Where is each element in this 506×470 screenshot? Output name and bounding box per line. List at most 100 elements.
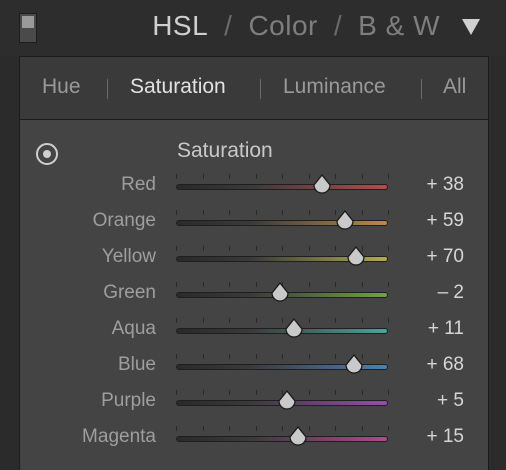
subtab-saturation[interactable]: Saturation [130,75,226,99]
panel-tabs: HSL / Color / B & W [152,10,440,42]
slider-value[interactable]: + 70 [418,246,464,268]
slider-tick [176,174,177,179]
slider-tick [229,246,230,251]
slider-tick [388,174,389,179]
slider-tick [335,354,336,359]
slider-tick [256,174,257,179]
slider-tick [229,426,230,431]
slider-tick [335,174,336,179]
slider-tick [388,354,389,359]
slider-tick [176,354,177,359]
subtab-divider [421,79,422,99]
slider-value[interactable]: + 38 [418,174,464,196]
slider-tick [388,318,389,323]
slider-tick [203,282,204,287]
slider-row-aqua: Aqua + 11 [20,315,488,345]
slider-row-yellow: Yellow + 70 [20,243,488,273]
tab-color[interactable]: Color [248,10,317,41]
panel-switch-icon[interactable] [19,13,37,43]
slider-label: Green [103,282,156,303]
slider-track[interactable] [176,184,388,190]
slider-ticks [176,174,389,182]
collapse-triangle-icon[interactable] [462,19,480,35]
tab-hsl[interactable]: HSL [152,10,208,41]
slider-tick [335,246,336,251]
slider-tick [362,390,363,395]
slider-tick [309,282,310,287]
slider-tick [203,426,204,431]
slider-thumb[interactable] [312,174,332,196]
slider-tick [282,210,283,215]
target-adjustment-icon[interactable] [36,143,58,165]
hsl-panel: Hue Saturation Luminance All Saturation … [19,56,489,470]
slider-tick [256,426,257,431]
slider-tick [335,282,336,287]
slider-thumb[interactable] [284,318,304,340]
slider-tick [176,318,177,323]
tab-bw[interactable]: B & W [358,10,440,41]
slider-value[interactable]: + 68 [418,354,464,376]
slider-value[interactable]: + 59 [418,210,464,232]
slider-tick [309,174,310,179]
slider-tick [362,282,363,287]
slider-tick [388,390,389,395]
slider-tick [335,426,336,431]
slider-label: Aqua [111,318,156,339]
subtab-hue[interactable]: Hue [42,75,81,99]
slider-tick [282,246,283,251]
slider-tick [229,174,230,179]
slider-tick [229,390,230,395]
slider-row-green: Green – 2 [20,279,488,309]
slider-tick [256,354,257,359]
slider-thumb[interactable] [335,210,355,232]
slider-ticks [176,318,389,326]
slider-tick [362,426,363,431]
slider-track[interactable] [176,328,388,334]
slider-thumb[interactable] [288,426,308,448]
slider-label: Blue [117,354,156,375]
slider-tick [388,426,389,431]
slider-tick [176,426,177,431]
subtab-bar: Hue Saturation Luminance All [20,57,488,120]
tab-separator: / [224,10,233,41]
slider-tick [362,210,363,215]
slider-tick [362,318,363,323]
slider-value[interactable]: + 5 [418,390,464,412]
slider-tick [203,174,204,179]
slider-row-red: Red + 38 [20,171,488,201]
subtab-luminance[interactable]: Luminance [283,75,386,99]
slider-ticks [176,426,389,434]
slider-value[interactable]: + 11 [418,318,464,340]
slider-value[interactable]: + 15 [418,426,464,448]
slider-tick [256,318,257,323]
slider-row-blue: Blue + 68 [20,351,488,381]
slider-tick [176,282,177,287]
slider-row-purple: Purple + 5 [20,387,488,417]
slider-thumb[interactable] [344,354,364,376]
slider-tick [176,246,177,251]
subtab-divider [260,79,261,99]
slider-tick [229,282,230,287]
slider-thumb[interactable] [277,390,297,412]
slider-thumb[interactable] [346,246,366,268]
slider-tick [309,426,310,431]
tab-separator: / [333,10,343,41]
slider-tick [256,282,257,287]
slider-value[interactable]: – 2 [418,282,464,304]
slider-tick [309,390,310,395]
slider-tick [282,174,283,179]
slider-label: Yellow [101,246,156,267]
slider-tick [362,174,363,179]
slider-tick [203,210,204,215]
section-title: Saturation [177,139,273,162]
slider-tick [203,354,204,359]
slider-track[interactable] [176,436,388,442]
slider-tick [176,210,177,215]
slider-tick [309,246,310,251]
slider-tick [335,318,336,323]
slider-tick [256,246,257,251]
slider-thumb[interactable] [270,282,290,304]
subtab-all[interactable]: All [443,75,466,99]
slider-tick [256,210,257,215]
slider-track[interactable] [176,220,388,226]
